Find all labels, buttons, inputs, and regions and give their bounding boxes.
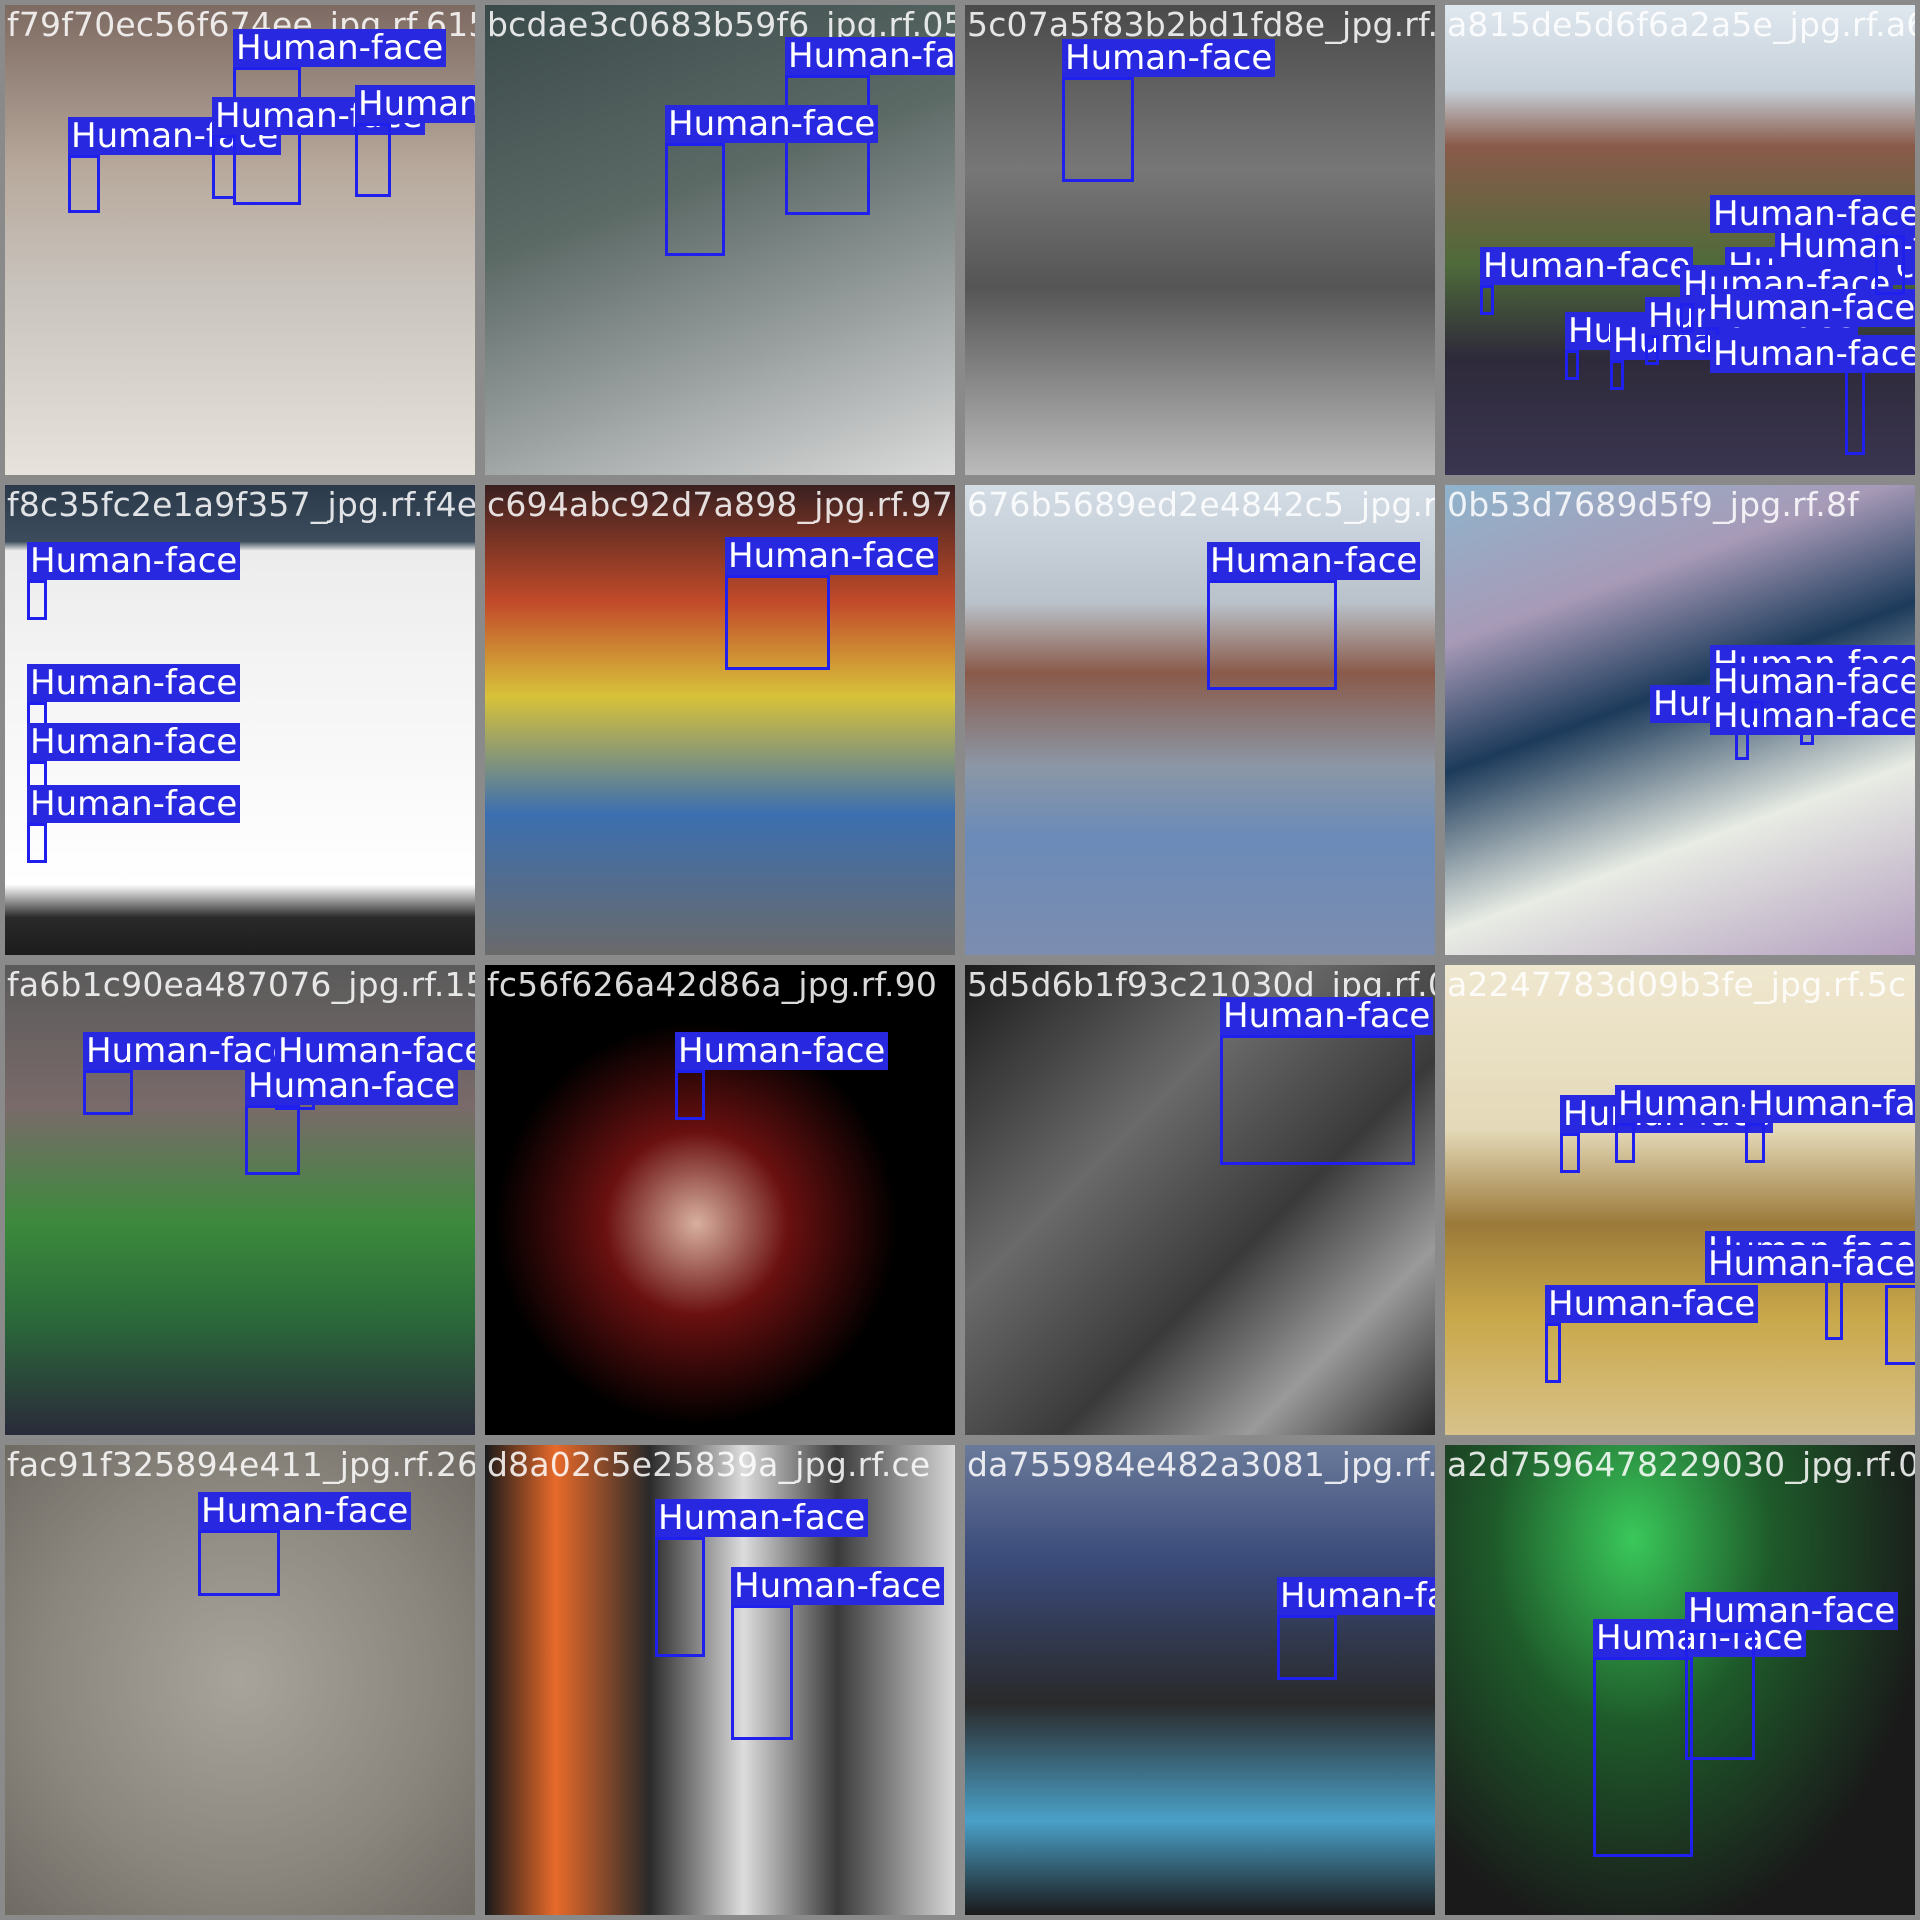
face-bounding-box bbox=[83, 1070, 133, 1115]
tile-caption: a2247783d09b3fe_jpg.rf.5c bbox=[1447, 965, 1907, 1004]
tile-caption: a815de5d6f6a2a5e_jpg.rf.a6 bbox=[1447, 5, 1920, 44]
face-label: Human-face bbox=[27, 785, 241, 823]
face-label: Human-face bbox=[655, 1499, 869, 1537]
mosaic-grid: f79f70ec56f674ee_jpg.rf.615f5e9bc6163b69… bbox=[0, 0, 1920, 1920]
tile: f79f70ec56f674ee_jpg.rf.615f5e9bc6163b69… bbox=[0, 0, 480, 480]
face-label: Human-face bbox=[1710, 663, 1915, 701]
face-label: Human-face bbox=[27, 723, 241, 761]
tile-caption: da755984e482a3081_jpg.rf.9 bbox=[967, 1445, 1440, 1484]
face-bounding-box bbox=[655, 1537, 705, 1657]
tile: 0b53d7689d5f9_jpg.rf.8f Human-face Human-f… bbox=[1440, 480, 1920, 960]
face-bounding-box bbox=[212, 135, 236, 199]
tile: fc56f626a42d86a_jpg.rf.90 Human-face bbox=[480, 960, 960, 1440]
face-bounding-box bbox=[1593, 1657, 1693, 1857]
face-label: Human-face bbox=[1710, 195, 1915, 233]
face-label: Human-face bbox=[731, 1567, 945, 1605]
tile: fac91f325894e411_jpg.rf.26 Human-face bbox=[0, 1440, 480, 1920]
face-label: Human-face bbox=[233, 29, 447, 67]
face-label: Human-face bbox=[1710, 335, 1915, 373]
face-bounding-box bbox=[1480, 285, 1494, 315]
face-bounding-box bbox=[725, 575, 830, 670]
tile-caption: fa6b1c90ea487076_jpg.rf.15 bbox=[7, 965, 480, 1004]
tile-caption: 676b5689ed2e4842c5_jpg.rf.74c bbox=[967, 485, 1438, 524]
tile: da755984e482a3081_jpg.rf.9 Human-face bbox=[960, 1440, 1440, 1920]
scene-image bbox=[965, 1445, 1435, 1915]
face-label: Human-face bbox=[1277, 1577, 1435, 1615]
tile: fa6b1c90ea487076_jpg.rf.15 Human-face Huma… bbox=[0, 960, 480, 1440]
face-bounding-box bbox=[1610, 360, 1624, 390]
tile-caption: f8c35fc2e1a9f357_jpg.rf.f4ea bbox=[7, 485, 480, 524]
face-label: Human-face bbox=[1062, 39, 1276, 77]
face-label: Human-face bbox=[1545, 1285, 1759, 1323]
face-bounding-box bbox=[1545, 1323, 1561, 1383]
face-bounding-box bbox=[245, 1105, 300, 1175]
face-label: Human-face bbox=[1220, 997, 1434, 1035]
tile-caption: fac91f325894e411_jpg.rf.26 bbox=[7, 1445, 479, 1484]
face-bounding-box bbox=[1885, 1285, 1915, 1365]
face-bounding-box bbox=[1615, 1123, 1635, 1163]
tile: a2247783d09b3fe_jpg.rf.5c Human-face Human… bbox=[1440, 960, 1920, 1440]
face-label: Human-face bbox=[198, 1492, 412, 1530]
tile: c694abc92d7a898_jpg.rf.97 Human-face bbox=[480, 480, 960, 960]
face-label: Human-face bbox=[675, 1032, 889, 1070]
tile-caption: a2d7596478229030_jpg.rf.0 bbox=[1447, 1445, 1920, 1484]
face-label: Human-face bbox=[27, 664, 241, 702]
face-label: Human-face bbox=[1705, 1245, 1915, 1283]
tile: 676b5689ed2e4842c5_jpg.rf.74c Human-face bbox=[960, 480, 1440, 960]
tile-caption: d8a02c5e25839a_jpg.rf.ce bbox=[487, 1445, 931, 1484]
face-bounding-box bbox=[1565, 350, 1579, 380]
face-bounding-box bbox=[198, 1530, 280, 1596]
face-label: Human-face bbox=[355, 85, 475, 123]
face-bounding-box bbox=[68, 155, 100, 213]
face-bounding-box bbox=[1220, 1035, 1415, 1165]
face-bounding-box bbox=[355, 123, 391, 197]
face-bounding-box bbox=[1680, 303, 1694, 333]
face-label: Human-face bbox=[1685, 1592, 1899, 1630]
face-label: Human-face bbox=[665, 105, 879, 143]
face-bounding-box bbox=[675, 1070, 705, 1120]
face-bounding-box bbox=[1207, 580, 1337, 690]
face-label: Human-face bbox=[275, 1032, 475, 1070]
face-bounding-box bbox=[1750, 700, 1764, 730]
face-bounding-box bbox=[1685, 1630, 1755, 1760]
face-bounding-box bbox=[1845, 365, 1865, 455]
face-label: Human-face bbox=[83, 1032, 297, 1070]
tile: a815de5d6f6a2a5e_jpg.rf.a6 Human-face Huma… bbox=[1440, 0, 1920, 480]
scene-image bbox=[1445, 965, 1915, 1435]
tile-caption: 0b53d7689d5f9_jpg.rf.8f bbox=[1447, 485, 1859, 524]
face-bounding-box bbox=[665, 143, 725, 256]
face-label: Human-face bbox=[1207, 542, 1421, 580]
tile: f8c35fc2e1a9f357_jpg.rf.f4ea Human-face Hu… bbox=[0, 480, 480, 960]
tile: bcdae3c0683b59f6_jpg.rf.05d96f72e7321d1f… bbox=[480, 0, 960, 480]
face-bounding-box bbox=[731, 1605, 793, 1740]
tile-caption: c694abc92d7a898_jpg.rf.97 bbox=[487, 485, 953, 524]
face-label: Human-face bbox=[27, 542, 241, 580]
face-bounding-box bbox=[1560, 1133, 1580, 1173]
face-bounding-box bbox=[1745, 1123, 1765, 1163]
face-label: Human-face bbox=[1710, 697, 1915, 735]
face-bounding-box bbox=[1277, 1615, 1337, 1680]
face-label: Human-face bbox=[785, 37, 955, 75]
tile-caption: fc56f626a42d86a_jpg.rf.90 bbox=[487, 965, 938, 1004]
face-label: Human-face bbox=[1745, 1085, 1915, 1123]
tile: 5d5d6b1f93c21030d_jpg.rf.0 Human-face bbox=[960, 960, 1440, 1440]
face-bounding-box bbox=[27, 580, 47, 620]
face-bounding-box bbox=[1645, 335, 1659, 365]
face-bounding-box bbox=[27, 823, 47, 863]
tile: a2d7596478229030_jpg.rf.0 Human-face Human… bbox=[1440, 1440, 1920, 1920]
tile: d8a02c5e25839a_jpg.rf.ce Human-face Human-… bbox=[480, 1440, 960, 1920]
face-label: Human-face bbox=[245, 1067, 459, 1105]
face-label: Human-face bbox=[1480, 247, 1694, 285]
face-bounding-box bbox=[1062, 77, 1134, 182]
face-bounding-box bbox=[1875, 235, 1905, 295]
face-bounding-box bbox=[785, 75, 870, 215]
tile: 5c07a5f83b2bd1fd8e_jpg.rf.a25f83c1856068… bbox=[960, 0, 1440, 480]
face-label: Human-face bbox=[725, 537, 939, 575]
